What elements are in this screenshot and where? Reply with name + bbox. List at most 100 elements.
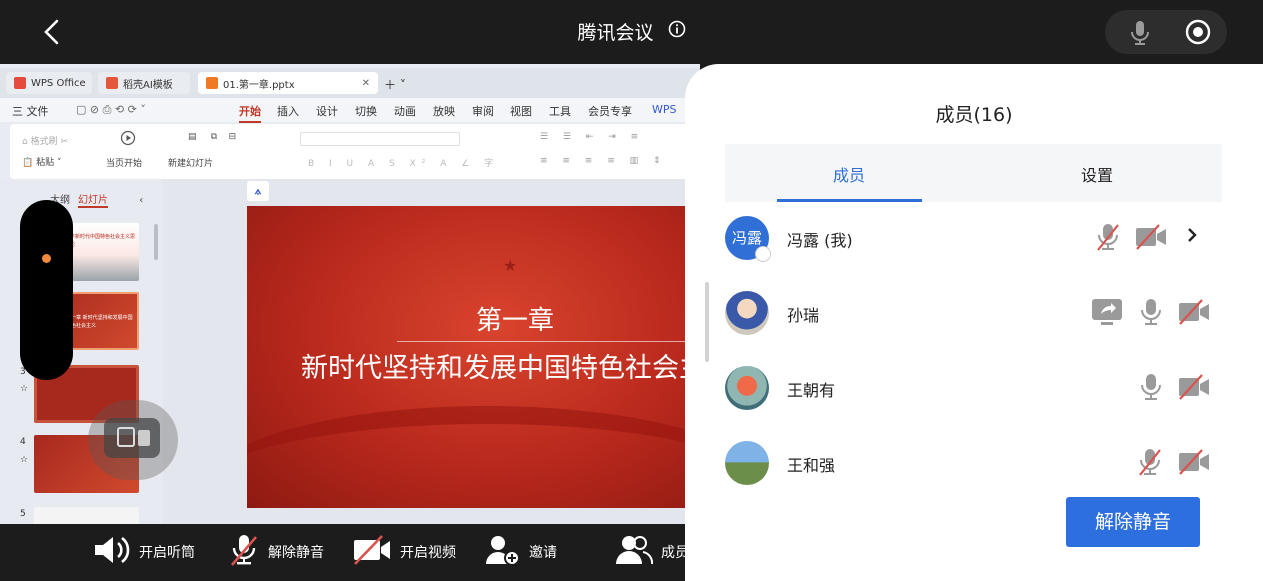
font-style-icons: B I U A S X² A ∠ 字 — [308, 159, 500, 169]
tab-label: WPS Office — [31, 77, 86, 89]
format-painter-button[interactable]: ⌂ 格式刷 ✂ — [22, 134, 68, 147]
avatar-text: 冯露 — [731, 229, 762, 247]
tab-settings[interactable]: 设置 — [1081, 162, 1113, 186]
mic-icon[interactable] — [1129, 20, 1151, 50]
wps-tab-bar: WPS Office 稻壳AI模板 01.第一章.pptx ✕ ＋ ˅ — [0, 68, 700, 98]
avatar — [725, 366, 769, 410]
paragraph-icons: ☰ ☰ ⇤ ⇥ ≡ — [540, 132, 645, 142]
slide-number: 5 — [20, 509, 26, 519]
collapse-icon[interactable]: ‹ — [139, 195, 143, 206]
star-icon: ☆ — [20, 455, 29, 465]
layout-icons: ▤ ⧉ ⊟ — [188, 132, 237, 142]
chevron-right-icon[interactable] — [1186, 226, 1198, 248]
member-row[interactable]: 冯露 冯露 (我) — [725, 208, 1222, 268]
top-controls — [1105, 10, 1227, 54]
members-icon — [615, 534, 654, 570]
menu-review[interactable]: 审阅 — [472, 103, 494, 119]
video-label: 开启视频 — [400, 545, 456, 561]
menu-wps-ai[interactable]: WPS — [652, 103, 677, 116]
tab-template[interactable]: 稻壳AI模板 — [98, 72, 190, 94]
members-panel-title: 成员(16) — [935, 104, 1013, 126]
member-name: 冯露 (我) — [787, 231, 853, 250]
close-tab-icon[interactable]: ✕ — [362, 78, 370, 89]
video-off-icon[interactable] — [1178, 449, 1210, 479]
tab-label: 01.第一章.pptx — [223, 79, 295, 91]
video-off-icon[interactable] — [1178, 374, 1210, 404]
align-icons: ≡ ≡ ≡ ≡ ▥ ⇕ — [540, 156, 667, 166]
docer-logo-icon — [106, 77, 118, 89]
thumb-scrollbar[interactable] — [154, 224, 158, 260]
invite-button[interactable]: 邀请 — [485, 534, 557, 570]
new-slide-button[interactable]: 新建幻灯片 — [168, 156, 213, 169]
paste-button[interactable]: 📋 粘贴 ˅ — [22, 155, 61, 168]
wps-logo-icon — [14, 77, 26, 89]
paste-label: 粘贴 — [36, 158, 55, 168]
slide-thumbnail-5[interactable] — [34, 507, 139, 524]
tab-pptx[interactable]: 01.第一章.pptx ✕ — [198, 72, 378, 94]
tab-members[interactable]: 成员 — [833, 162, 865, 186]
from-current-slide-button[interactable]: 当页开始 — [106, 156, 142, 169]
menu-animation[interactable]: 动画 — [394, 103, 416, 119]
menu-design[interactable]: 设计 — [316, 103, 338, 119]
wps-ai-icon[interactable]: ⟑ — [247, 181, 269, 201]
mic-muted-icon[interactable] — [1095, 222, 1121, 256]
menu-file[interactable]: 三 文件 — [12, 103, 49, 119]
star-icon: ☆ — [20, 384, 29, 394]
menu-tools[interactable]: 工具 — [549, 103, 571, 119]
video-off-icon[interactable] — [1178, 299, 1210, 329]
speaker-label: 开启听筒 — [139, 545, 195, 561]
video-button[interactable]: 开启视频 — [352, 534, 456, 570]
member-row[interactable]: 王朝有 — [725, 358, 1222, 418]
unmute-toolbar-button[interactable]: 解除静音 — [228, 534, 324, 570]
avatar — [725, 441, 769, 485]
mic-icon[interactable] — [1139, 297, 1163, 331]
screen-share-icon[interactable] — [1091, 298, 1123, 330]
invite-icon — [485, 534, 521, 570]
slide-ribbon-decoration — [247, 406, 700, 508]
menu-view[interactable]: 视图 — [510, 103, 532, 119]
meeting-title-text: 腾讯会议 — [577, 22, 654, 44]
wps-menu-bar: 三 文件 ▢ ⊘ ⎙ ⟲ ⟳ ˅ 开始 插入 设计 切换 动画 放映 审阅 视图… — [0, 98, 700, 123]
info-icon[interactable] — [668, 20, 686, 43]
tab-slides[interactable]: 幻灯片 — [78, 195, 108, 208]
floating-window-button[interactable] — [88, 400, 178, 480]
menu-slideshow[interactable]: 放映 — [433, 103, 455, 119]
members-scrollbar[interactable] — [705, 282, 709, 362]
ppt-file-icon — [206, 77, 218, 89]
mic-muted-icon[interactable] — [1137, 447, 1163, 481]
members-button[interactable]: 成员 — [615, 534, 689, 570]
font-family-select[interactable] — [300, 132, 460, 146]
star-decoration-icon: ★ — [503, 256, 518, 275]
video-off-icon[interactable] — [1135, 224, 1167, 254]
top-bar: 腾讯会议 — [0, 0, 1263, 64]
speaker-icon — [93, 534, 131, 570]
indicator-dot — [42, 254, 51, 263]
record-icon[interactable] — [1185, 19, 1211, 49]
slide-divider — [397, 341, 700, 342]
new-tab-icon[interactable]: ＋ ˅ — [384, 76, 406, 93]
video-off-icon — [352, 535, 392, 569]
slides-pane-header: 大纲 幻灯片 ‹ — [50, 191, 143, 208]
invite-label: 邀请 — [529, 545, 557, 561]
member-name: 孙瑞 — [787, 306, 820, 325]
member-row[interactable]: 孙瑞 — [725, 283, 1222, 343]
quick-tools-icon[interactable]: ▢ ⊘ ⎙ ⟲ ⟳ ˅ — [76, 103, 146, 117]
meeting-title: 腾讯会议 — [0, 18, 1263, 45]
mic-icon[interactable] — [1139, 372, 1163, 406]
slide-canvas: ⟑ ★ 第一章 新时代坚持和发展中国特色社会主 — [163, 179, 700, 524]
menu-transition[interactable]: 切换 — [355, 103, 377, 119]
menu-member[interactable]: 会员专享 — [588, 103, 632, 119]
screen-share-icon — [104, 418, 160, 458]
speaking-badge-icon — [755, 246, 771, 262]
member-row[interactable]: 王和强 — [725, 433, 1222, 493]
menu-home[interactable]: 开始 — [239, 103, 261, 123]
slide-heading: 第一章 — [476, 306, 555, 336]
menu-insert[interactable]: 插入 — [277, 103, 299, 119]
speaker-button[interactable]: 开启听筒 — [93, 534, 195, 570]
active-tab-indicator — [777, 199, 922, 202]
tab-wps-office[interactable]: WPS Office — [6, 72, 92, 94]
tab-label: 稻壳AI模板 — [123, 79, 173, 91]
slide-number: 4 — [20, 437, 26, 447]
wps-ribbon: ⌂ 格式刷 ✂ 📋 粘贴 ˅ 当页开始 新建幻灯片 ▤ ⧉ ⊟ B I U A … — [10, 124, 700, 179]
unmute-button[interactable]: 解除静音 — [1066, 497, 1200, 547]
